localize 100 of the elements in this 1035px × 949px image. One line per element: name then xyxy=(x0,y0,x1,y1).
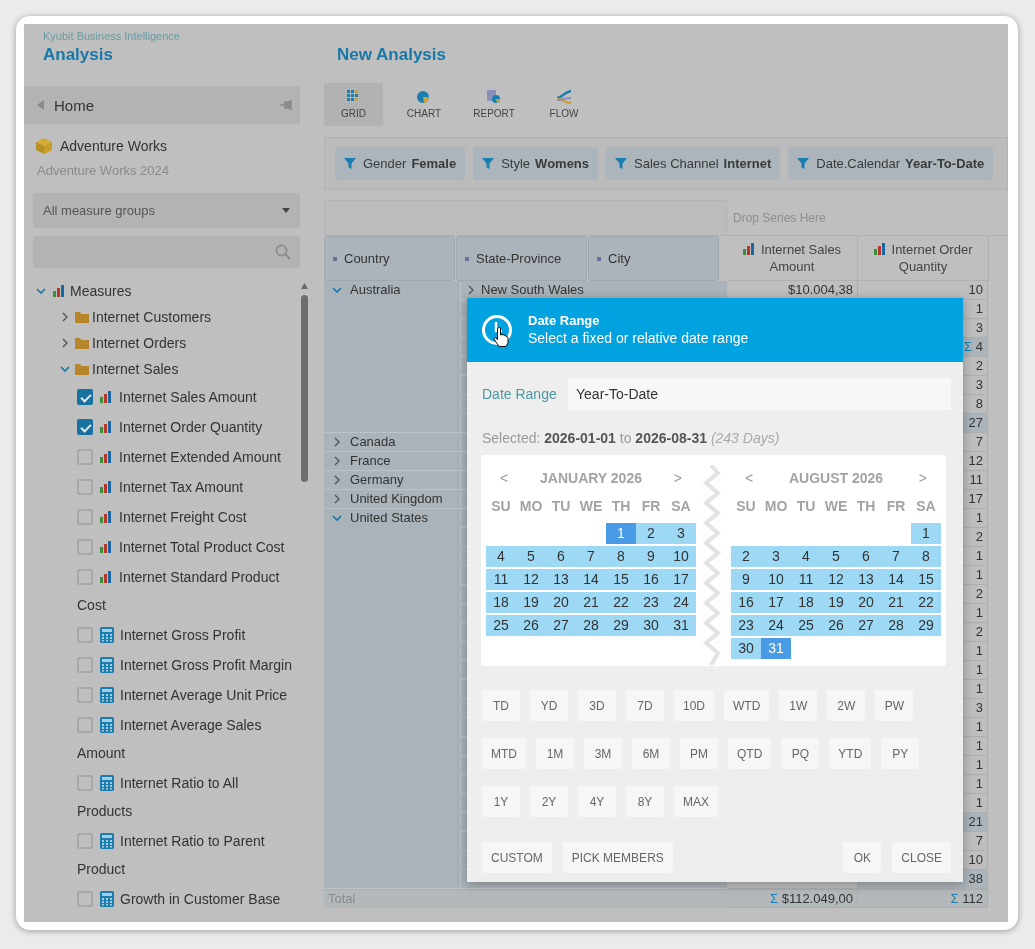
day-cell[interactable]: 12 xyxy=(516,569,546,590)
day-cell[interactable]: 9 xyxy=(636,546,666,567)
measure-item[interactable]: Internet Average Unit Price xyxy=(65,680,294,710)
day-cell[interactable]: 25 xyxy=(791,615,821,636)
row-header-cell[interactable]: New South Wales xyxy=(461,281,727,300)
day-cell[interactable]: 17 xyxy=(761,592,791,613)
day-cell[interactable]: 10 xyxy=(761,569,791,590)
day-cell[interactable]: 23 xyxy=(636,592,666,613)
day-cell[interactable]: 7 xyxy=(881,546,911,567)
filter-chip[interactable]: Style Womens xyxy=(473,147,599,180)
row-header-cell[interactable]: United States xyxy=(324,509,461,889)
day-cell[interactable]: 15 xyxy=(606,569,636,590)
day-cell[interactable]: 24 xyxy=(761,615,791,636)
preset-button[interactable]: 3M xyxy=(584,738,622,769)
day-cell[interactable]: 26 xyxy=(516,615,546,636)
day-cell[interactable]: 12 xyxy=(821,569,851,590)
measure-item[interactable]: Internet Freight Cost xyxy=(65,502,294,532)
row-header-cell[interactable]: France xyxy=(324,452,461,471)
row-header[interactable]: City xyxy=(588,236,719,281)
day-cell[interactable]: 18 xyxy=(791,592,821,613)
day-cell[interactable]: 2 xyxy=(731,546,761,567)
day-cell[interactable]: 27 xyxy=(851,615,881,636)
checkbox[interactable] xyxy=(77,419,93,436)
day-cell[interactable]: 5 xyxy=(821,546,851,567)
day-cell[interactable]: 13 xyxy=(546,569,576,590)
preset-button[interactable]: PQ xyxy=(781,738,820,769)
row-header-cell[interactable]: Canada xyxy=(324,433,461,452)
action-button[interactable]: OK xyxy=(843,842,882,873)
chevron-right-icon[interactable] xyxy=(332,437,342,447)
day-cell[interactable]: 1 xyxy=(911,523,941,544)
chevron-right-icon[interactable] xyxy=(332,494,342,504)
day-cell[interactable]: 28 xyxy=(881,615,911,636)
day-cell[interactable]: 22 xyxy=(911,592,941,613)
view-tab[interactable]: FLOW xyxy=(529,83,599,126)
preset-button[interactable]: 4Y xyxy=(578,786,616,817)
day-cell[interactable]: 24 xyxy=(666,592,696,613)
chevron-down-icon[interactable] xyxy=(36,286,46,296)
day-cell[interactable]: 25 xyxy=(486,615,516,636)
day-cell[interactable]: 3 xyxy=(666,523,696,544)
date-range-field[interactable]: Year-To-Date xyxy=(568,378,951,410)
scrollbar[interactable] xyxy=(300,282,309,482)
preset-button[interactable]: YD xyxy=(530,690,568,721)
row-header[interactable]: Country xyxy=(324,236,455,281)
day-cell[interactable]: 16 xyxy=(731,592,761,613)
day-cell[interactable]: 17 xyxy=(666,569,696,590)
day-cell[interactable]: 30 xyxy=(636,615,666,636)
day-cell[interactable]: 5 xyxy=(516,546,546,567)
day-cell[interactable]: 16 xyxy=(636,569,666,590)
day-cell[interactable]: 14 xyxy=(576,569,606,590)
day-cell[interactable]: 3 xyxy=(761,546,791,567)
preset-button[interactable]: TD xyxy=(482,690,520,721)
chevron-down-icon[interactable] xyxy=(60,364,70,374)
preset-button[interactable]: 7D xyxy=(626,690,664,721)
day-cell[interactable]: 18 xyxy=(486,592,516,613)
preset-button[interactable]: 8Y xyxy=(626,786,664,817)
day-cell[interactable]: 6 xyxy=(546,546,576,567)
chevron-right-icon[interactable] xyxy=(60,338,70,348)
preset-button[interactable]: 10D xyxy=(674,690,714,721)
filter-chip[interactable]: Gender Female xyxy=(335,147,466,180)
view-tab[interactable]: CHART xyxy=(389,83,459,126)
measure-item[interactable]: Internet Average Sales Amount xyxy=(65,710,294,768)
preset-button[interactable]: WTD xyxy=(724,690,770,721)
checkbox[interactable] xyxy=(77,389,93,406)
preset-button[interactable]: MAX xyxy=(674,786,718,817)
filter-chip[interactable]: Sales Channel Internet xyxy=(606,147,781,180)
day-cell[interactable]: 11 xyxy=(791,569,821,590)
preset-button[interactable]: 1W xyxy=(779,690,818,721)
day-cell[interactable]: 23 xyxy=(731,615,761,636)
preset-button[interactable]: 1M xyxy=(536,738,574,769)
measure-item[interactable]: Internet Order Quantity xyxy=(65,412,294,442)
day-cell[interactable]: 19 xyxy=(516,592,546,613)
day-cell[interactable]: 30 xyxy=(731,638,761,659)
measure-item[interactable]: Internet Gross Profit Margin xyxy=(65,650,294,680)
row-header-cell[interactable]: Germany xyxy=(324,471,461,490)
preset-button[interactable]: PY xyxy=(881,738,920,769)
action-button[interactable]: CLOSE xyxy=(892,842,951,873)
day-cell[interactable]: 7 xyxy=(576,546,606,567)
action-button[interactable]: PICK MEMBERS xyxy=(562,842,673,873)
preset-button[interactable]: 1Y xyxy=(482,786,520,817)
measure-item[interactable]: Growth in Customer Base xyxy=(65,884,294,914)
day-cell[interactable]: 4 xyxy=(486,546,516,567)
day-cell[interactable]: 8 xyxy=(606,546,636,567)
measure-item[interactable]: Internet Sales Amount xyxy=(65,382,294,412)
day-cell[interactable]: 20 xyxy=(851,592,881,613)
chevron-right-icon[interactable] xyxy=(60,312,70,322)
preset-button[interactable]: PW xyxy=(875,690,914,721)
day-cell[interactable]: 2 xyxy=(636,523,666,544)
measure-item[interactable]: Internet Standard Product Cost xyxy=(65,562,294,620)
row-header-cell[interactable]: Australia xyxy=(324,281,461,433)
chevron-down-icon[interactable] xyxy=(332,285,342,295)
day-cell[interactable]: 19 xyxy=(821,592,851,613)
preset-button[interactable]: QTD xyxy=(728,738,772,769)
day-cell[interactable]: 27 xyxy=(546,615,576,636)
chevron-right-icon[interactable] xyxy=(332,456,342,466)
day-cell[interactable]: 22 xyxy=(606,592,636,613)
measure-item[interactable]: Internet Tax Amount xyxy=(65,472,294,502)
filter-chip[interactable]: Date.Calendar Year-To-Date xyxy=(788,147,994,180)
day-cell[interactable]: 31 xyxy=(666,615,696,636)
day-cell[interactable]: 11 xyxy=(486,569,516,590)
measure-group-dropdown[interactable]: All measure groups xyxy=(33,193,300,228)
